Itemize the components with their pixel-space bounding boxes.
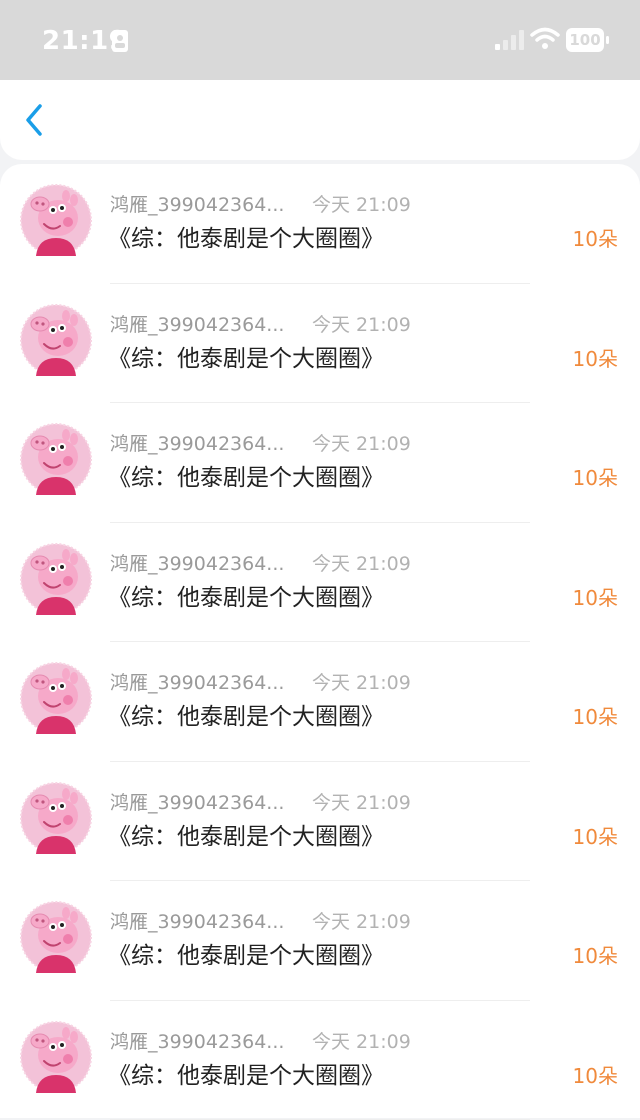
timestamp: 今天 21:09 xyxy=(312,553,411,575)
username: 鸿雁_399042364... xyxy=(110,672,284,694)
username: 鸿雁_399042364... xyxy=(110,314,284,336)
timestamp: 今天 21:09 xyxy=(312,194,411,216)
gift-count: 10朵 xyxy=(573,943,618,969)
list-item[interactable]: 鸿雁_399042364... 今天 21:09 《综：他泰剧是个大圈圈》 10… xyxy=(0,523,640,643)
list-item[interactable]: 鸿雁_399042364... 今天 21:09 《综：他泰剧是个大圈圈》 10… xyxy=(0,642,640,762)
username: 鸿雁_399042364... xyxy=(110,792,284,814)
avatar xyxy=(20,423,92,495)
book-title: 《综：他泰剧是个大圈圈》 xyxy=(108,702,384,732)
chevron-left-icon xyxy=(16,98,56,142)
avatar xyxy=(20,304,92,376)
gift-count: 10朵 xyxy=(573,226,618,252)
timestamp: 今天 21:09 xyxy=(312,433,411,455)
avatar xyxy=(20,782,92,854)
list-item[interactable]: 鸿雁_399042364... 今天 21:09 《综：他泰剧是个大圈圈》 10… xyxy=(0,284,640,404)
battery-level: 100 xyxy=(566,28,604,52)
avatar xyxy=(20,662,92,734)
signal-icon xyxy=(495,30,525,50)
avatar xyxy=(20,184,92,256)
wifi-icon xyxy=(530,27,560,51)
username: 鸿雁_399042364... xyxy=(110,433,284,455)
username: 鸿雁_399042364... xyxy=(110,911,284,933)
status-bar: 21:19 100 xyxy=(0,0,640,80)
gift-count: 10朵 xyxy=(573,585,618,611)
list-item[interactable]: 鸿雁_399042364... 今天 21:09 《综：他泰剧是个大圈圈》 10… xyxy=(0,762,640,882)
gift-record-list: 鸿雁_399042364... 今天 21:09 《综：他泰剧是个大圈圈》 10… xyxy=(0,164,640,1118)
id-card-icon xyxy=(112,30,128,52)
username: 鸿雁_399042364... xyxy=(110,1031,284,1053)
gift-count: 10朵 xyxy=(573,704,618,730)
book-title: 《综：他泰剧是个大圈圈》 xyxy=(108,1061,384,1091)
gift-count: 10朵 xyxy=(573,346,618,372)
timestamp: 今天 21:09 xyxy=(312,314,411,336)
book-title: 《综：他泰剧是个大圈圈》 xyxy=(108,344,384,374)
avatar xyxy=(20,543,92,615)
book-title: 《综：他泰剧是个大圈圈》 xyxy=(108,941,384,971)
back-button[interactable] xyxy=(16,98,56,142)
avatar xyxy=(20,1021,92,1093)
list-item[interactable]: 鸿雁_399042364... 今天 21:09 《综：他泰剧是个大圈圈》 10… xyxy=(0,881,640,1001)
gift-count: 10朵 xyxy=(573,1063,618,1089)
book-title: 《综：他泰剧是个大圈圈》 xyxy=(108,583,384,613)
list-item[interactable]: 鸿雁_399042364... 今天 21:09 《综：他泰剧是个大圈圈》 10… xyxy=(0,403,640,523)
book-title: 《综：他泰剧是个大圈圈》 xyxy=(108,463,384,493)
timestamp: 今天 21:09 xyxy=(312,672,411,694)
timestamp: 今天 21:09 xyxy=(312,792,411,814)
timestamp: 今天 21:09 xyxy=(312,1031,411,1053)
timestamp: 今天 21:09 xyxy=(312,911,411,933)
list-item[interactable]: 鸿雁_399042364... 今天 21:09 《综：他泰剧是个大圈圈》 10… xyxy=(0,1001,640,1120)
username: 鸿雁_399042364... xyxy=(110,194,284,216)
nav-bar xyxy=(0,80,640,160)
avatar xyxy=(20,901,92,973)
book-title: 《综：他泰剧是个大圈圈》 xyxy=(108,224,384,254)
book-title: 《综：他泰剧是个大圈圈》 xyxy=(108,822,384,852)
gift-count: 10朵 xyxy=(573,465,618,491)
list-item[interactable]: 鸿雁_399042364... 今天 21:09 《综：他泰剧是个大圈圈》 10… xyxy=(0,164,640,284)
username: 鸿雁_399042364... xyxy=(110,553,284,575)
gift-count: 10朵 xyxy=(573,824,618,850)
